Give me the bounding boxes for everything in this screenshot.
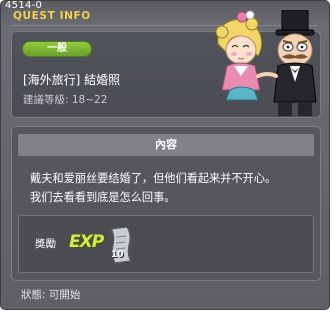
description-line: 戴夫和爱丽丝要结婚了，但他们看起来并不开心。 <box>30 172 277 185</box>
quest-status: 狀態: 可開始 <box>21 289 81 301</box>
window-title: QUEST INFO <box>13 10 91 22</box>
quest-content-panel: 內容 戴夫和爱丽丝要结婚了，但他们看起来并不开心。 我们去看看到底是怎么回事。 … <box>11 126 321 281</box>
quest-description: 戴夫和爱丽丝要结婚了，但他们看起来并不开心。 我们去看看到底是怎么回事。 <box>30 169 310 207</box>
quest-info-window: 4514-0 QUEST INFO 一般 [海外旅行] 結婚照 建議等級: 18… <box>0 0 330 310</box>
content-header: 內容 <box>18 134 314 156</box>
quest-name: [海外旅行] 結婚照 <box>23 73 121 87</box>
reward-label: 獎勵 <box>35 238 56 250</box>
reward-box: 獎勵 EXP 10 <box>18 215 314 273</box>
quest-level: 建議等級: 18~22 <box>23 94 108 106</box>
exp-icon: EXP <box>69 232 104 252</box>
groom-figure <box>273 10 317 116</box>
category-badge: 一般 <box>22 41 92 57</box>
quest-header-panel: 一般 [海外旅行] 結婚照 建議等級: 18~22 <box>11 10 321 118</box>
npc-couple-portrait <box>215 10 317 116</box>
bride-figure <box>215 10 263 101</box>
reward-item-count: 10 <box>111 250 124 260</box>
description-line: 我们去看看到底是怎么回事。 <box>30 191 176 204</box>
